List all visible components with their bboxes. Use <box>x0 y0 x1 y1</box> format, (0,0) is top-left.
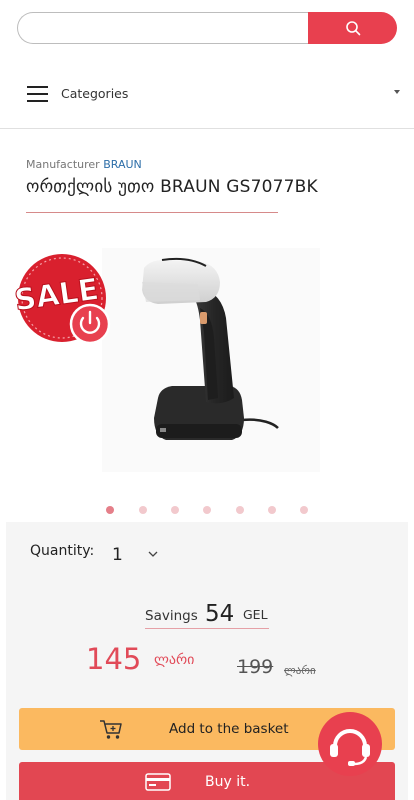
buy-now-label: Buy it. <box>205 774 251 790</box>
gallery-dot-5[interactable] <box>236 506 244 514</box>
manufacturer-line: Manufacturer BRAUN <box>26 158 142 171</box>
categories-label: Categories <box>61 86 129 101</box>
savings-amount: 54 <box>205 601 235 627</box>
categories-menu[interactable]: Categories <box>0 70 414 118</box>
quantity-label: Quantity: <box>30 543 95 559</box>
savings-label: Savings <box>145 608 198 624</box>
product-image[interactable] <box>102 248 320 472</box>
quantity-select[interactable]: 1 <box>112 545 123 565</box>
old-price-currency: ლარი <box>284 664 316 677</box>
gallery-dot-2[interactable] <box>139 506 147 514</box>
chevron-down-icon[interactable] <box>148 551 158 558</box>
credit-card-icon <box>145 773 171 791</box>
caret-down-icon[interactable] <box>394 90 400 94</box>
gallery-dot-7[interactable] <box>300 506 308 514</box>
title-underline <box>26 212 278 213</box>
savings-currency: GEL <box>243 607 268 622</box>
search-input[interactable] <box>17 12 317 44</box>
product-title: ორთქლის უთო BRAUN GS7077BK <box>26 177 318 197</box>
manufacturer-link[interactable]: BRAUN <box>103 158 142 171</box>
headset-icon <box>330 729 370 766</box>
add-to-basket-label: Add to the basket <box>169 721 289 737</box>
gallery-dot-6[interactable] <box>268 506 276 514</box>
sale-badge: SALE <box>6 252 118 350</box>
gallery-dot-4[interactable] <box>203 506 211 514</box>
old-price: 199 <box>237 656 274 678</box>
gallery-dot-1[interactable] <box>106 506 114 514</box>
gallery-dot-3[interactable] <box>171 506 179 514</box>
header-divider <box>0 128 414 129</box>
hamburger-icon[interactable] <box>27 86 48 102</box>
gallery-pagination <box>103 506 313 516</box>
search-bar <box>17 12 397 44</box>
manufacturer-prefix: Manufacturer <box>26 158 100 171</box>
current-price-currency: ლარი <box>154 652 195 668</box>
search-icon <box>345 21 360 36</box>
support-chat-button[interactable] <box>318 712 382 776</box>
cart-icon <box>100 720 122 739</box>
current-price: 145 <box>86 642 142 676</box>
search-button[interactable] <box>308 12 397 44</box>
savings-underline <box>145 628 269 629</box>
